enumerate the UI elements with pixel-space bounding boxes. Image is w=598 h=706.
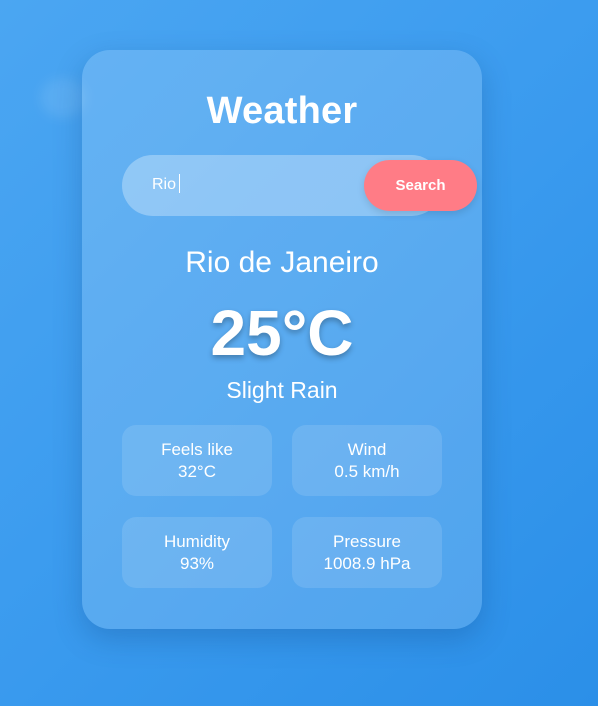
detail-label: Feels like (161, 440, 233, 459)
temperature: 25°C (210, 297, 354, 369)
detail-tile-wind: Wind 0.5 km/h (292, 425, 442, 496)
detail-value: 32°C (178, 462, 216, 481)
detail-value: 0.5 km/h (334, 462, 400, 481)
detail-value: 93% (179, 554, 215, 573)
detail-tile-feels-like: Feels like 32°C (122, 425, 272, 496)
detail-value: 1008.9 hPa (323, 554, 411, 573)
weather-condition: Slight Rain (226, 377, 338, 403)
detail-tile-humidity: Humidity 93% (122, 517, 272, 588)
detail-label: Wind (347, 440, 387, 459)
background-blur-blob (40, 78, 86, 118)
detail-label: Pressure (332, 532, 402, 551)
weather-card: Weather Search Rio de Janeiro 25°C Sligh… (82, 50, 482, 629)
city-name: Rio de Janeiro (185, 246, 379, 279)
detail-label: Humidity (163, 532, 231, 551)
search-button[interactable]: Search (364, 160, 477, 211)
detail-tile-pressure: Pressure 1008.9 hPa (292, 517, 442, 588)
app-title: Weather (206, 90, 358, 132)
text-caret (179, 174, 180, 193)
search-input[interactable] (152, 173, 352, 197)
